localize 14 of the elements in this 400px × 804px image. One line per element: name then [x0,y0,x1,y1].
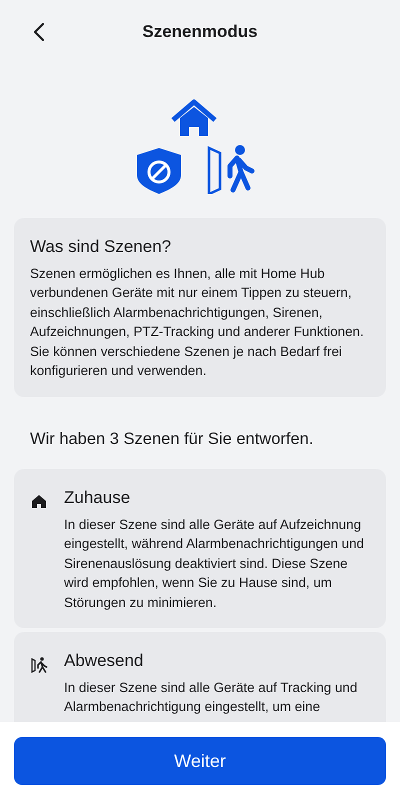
door-walker-icon [30,655,48,674]
scene-card[interactable] [14,469,386,628]
scene-title: Abwesend [64,650,144,672]
scene-title: Zuhause [64,487,132,510]
scene-description: In dieser Szene sind alle Geräte auf Tracking und Alarmbenachrichtigung eingestellt, um eine [64,678,358,716]
scene-description: In dieser Szene sind alle Geräte auf Aufzeichnung eingestellt, während Alarmbenachrichtigungen und Sirenenauslösung deaktiviert sind. Diese Szene wird empfohlen, wenn Sie zu Hause sind, um Störungen zu minimieren. [64,516,366,612]
home-icon [30,492,48,510]
back-icon [32,22,46,42]
continue-button[interactable]: Weiter [14,737,386,785]
section-heading: Wir haben 3 Szenen für Sie entworfen. [30,428,314,450]
info-title: Was sind Szenen? [30,236,172,258]
info-text: Szenen ermöglichen es Ihnen, alle mit Home Hub verbundenen Geräte mit nur einem Tippen zu steuern, einschließlich Alarmbenachrichtigungen, Sirenen, Aufzeichnungen, PTZ-Tracking und anderer Funktionen. Sie können verschiedene Szenen je nach Bedarf frei konfigurieren und verwenden. [30,264,365,380]
screen-title: Szenenmodus [142,21,258,44]
scene-card[interactable]: Abwesend In dieser Szene sind alle Geräte auf Tracking und Alarmbenachrichtigung eingestellt, um eine [14,632,386,722]
